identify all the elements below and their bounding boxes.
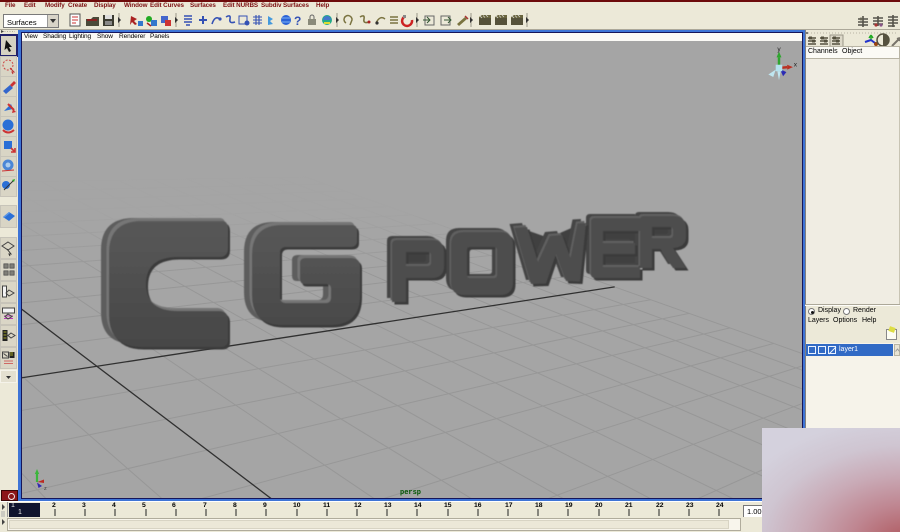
svg-text:?: ? bbox=[294, 14, 301, 28]
svg-text:persp: persp bbox=[400, 489, 421, 497]
svg-text:z: z bbox=[44, 486, 47, 492]
